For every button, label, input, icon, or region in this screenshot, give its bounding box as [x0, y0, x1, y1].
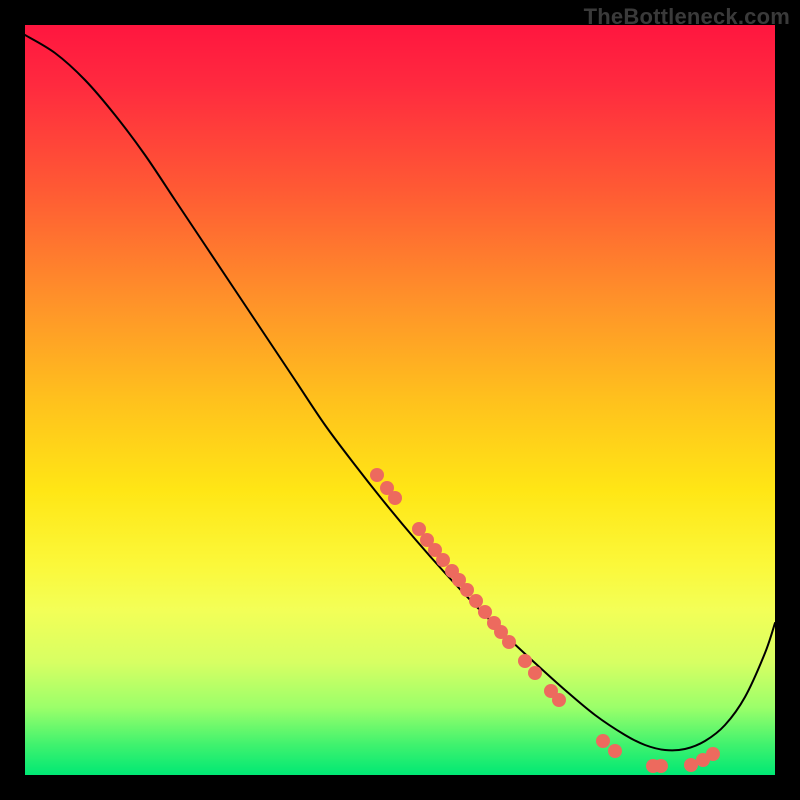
- data-marker: [684, 758, 698, 772]
- data-marker: [460, 583, 474, 597]
- data-marker: [388, 491, 402, 505]
- bottleneck-curve: [25, 35, 775, 750]
- data-marker: [436, 553, 450, 567]
- data-marker: [608, 744, 622, 758]
- axis-mask-left: [0, 0, 25, 800]
- data-marker: [552, 693, 566, 707]
- axis-mask-right: [775, 0, 800, 800]
- data-marker: [528, 666, 542, 680]
- data-marker: [706, 747, 720, 761]
- data-marker: [478, 605, 492, 619]
- data-marker: [370, 468, 384, 482]
- axis-mask-bottom: [0, 775, 800, 800]
- data-marker: [502, 635, 516, 649]
- data-marker: [469, 594, 483, 608]
- data-marker: [518, 654, 532, 668]
- watermark-text: TheBottleneck.com: [584, 4, 790, 30]
- plot-area: [25, 25, 775, 775]
- curve-layer: [25, 25, 775, 775]
- chart-stage: TheBottleneck.com: [0, 0, 800, 800]
- data-markers-group: [370, 468, 720, 773]
- data-marker: [596, 734, 610, 748]
- data-marker: [654, 759, 668, 773]
